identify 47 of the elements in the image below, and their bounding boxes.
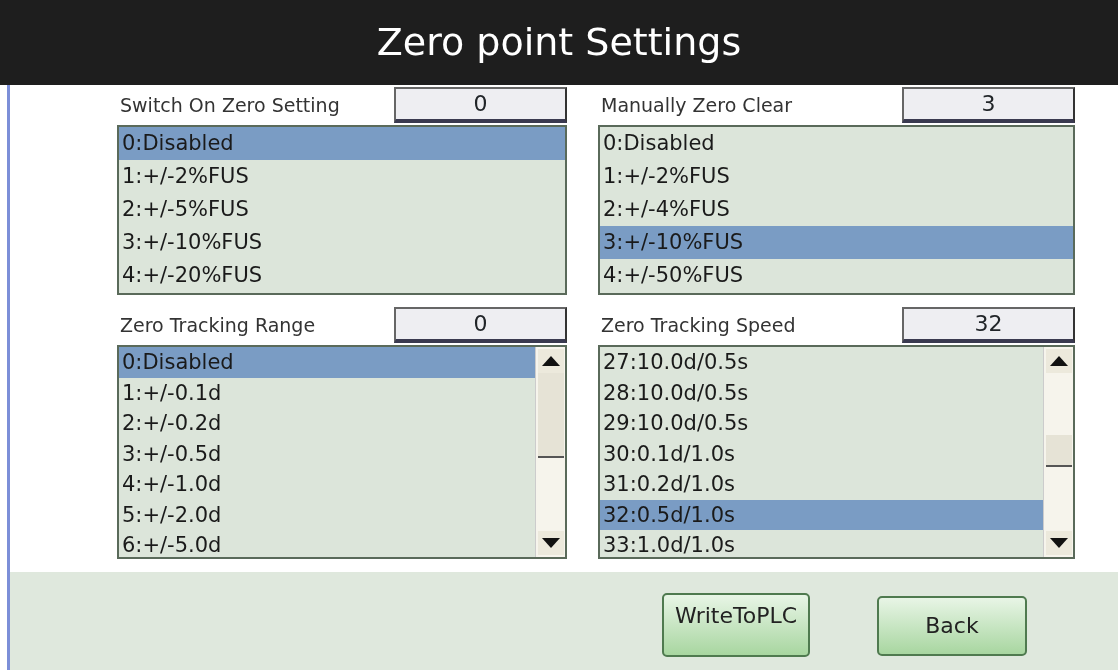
list-option[interactable]: 1:+/-2%FUS	[119, 160, 565, 193]
setting-label: Switch On Zero Setting	[119, 92, 340, 118]
value-field[interactable]: 3	[902, 87, 1075, 123]
list-option[interactable]: 32:0.5d/1.0s	[600, 499, 1043, 530]
list-option[interactable]: 4:+/-20%FUS	[119, 259, 565, 292]
list-option[interactable]: 30:0.1d/1.0s	[600, 438, 1043, 469]
option-list[interactable]: 0:Disabled 1:+/-2%FUS 2:+/-5%FUS 3:+/-10%FUS 4:+/-20%FUS	[117, 125, 567, 295]
scroll-down-icon[interactable]	[1046, 531, 1072, 555]
value-field[interactable]: 32	[902, 307, 1075, 343]
list-option[interactable]: 0:Disabled	[119, 347, 535, 378]
setting-label: Zero Tracking Range	[119, 312, 316, 338]
list-option[interactable]: 0:Disabled	[119, 127, 565, 160]
list-option[interactable]: 3:+/-0.5d	[119, 438, 535, 469]
list-option[interactable]: 4:+/-1.0d	[119, 469, 535, 500]
list-option[interactable]: 2:+/-0.2d	[119, 408, 535, 439]
list-option[interactable]: 29:10.0d/0.5s	[600, 408, 1043, 439]
scroll-up-icon[interactable]	[538, 349, 564, 373]
list-option[interactable]: 3:+/-10%FUS	[119, 226, 565, 259]
setting-label: Manually Zero Clear	[600, 92, 793, 118]
option-list[interactable]: 0:Disabled 1:+/-2%FUS 2:+/-4%FUS 3:+/-10%FUS 4:+/-50%FUS	[598, 125, 1075, 295]
scroll-down-icon[interactable]	[538, 531, 564, 555]
list-option[interactable]: 5:+/-2.0d	[119, 499, 535, 530]
list-option[interactable]: 27:10.0d/0.5s	[600, 347, 1043, 378]
screen-title: Zero point Settings	[0, 0, 1118, 85]
list-option[interactable]: 2:+/-4%FUS	[600, 193, 1073, 226]
list-option[interactable]: 6:+/-5.0d	[119, 530, 535, 557]
option-list[interactable]: 27:10.0d/0.5s 28:10.0d/0.5s 29:10.0d/0.5s 30:0.1d/1.0s 31:0.2d/1.0s 32:0.5d/1.0s 33:1.0d/1.0s	[598, 345, 1075, 559]
scrollbar[interactable]	[1043, 347, 1073, 557]
list-option[interactable]: 1:+/-0.1d	[119, 377, 535, 408]
action-button[interactable]: WriteToPLC	[662, 593, 810, 657]
list-option[interactable]: 33:1.0d/1.0s	[600, 530, 1043, 557]
list-option[interactable]: 2:+/-5%FUS	[119, 193, 565, 226]
scroll-thumb[interactable]	[1046, 435, 1072, 467]
scroll-thumb[interactable]	[538, 373, 564, 458]
scrollbar[interactable]	[535, 347, 565, 557]
value-field[interactable]: 0	[394, 307, 567, 343]
option-list[interactable]: 0:Disabled 1:+/-0.1d 2:+/-0.2d 3:+/-0.5d 4:+/-1.0d 5:+/-2.0d 6:+/-5.0d	[117, 345, 567, 559]
list-option[interactable]: 31:0.2d/1.0s	[600, 469, 1043, 500]
setting-label: Zero Tracking Speed	[600, 312, 796, 338]
scroll-up-icon[interactable]	[1046, 349, 1072, 373]
list-option[interactable]: 3:+/-10%FUS	[600, 226, 1073, 259]
list-option[interactable]: 4:+/-50%FUS	[600, 259, 1073, 292]
value-field[interactable]: 0	[394, 87, 567, 123]
list-option[interactable]: 1:+/-2%FUS	[600, 160, 1073, 193]
action-button[interactable]: Back	[877, 596, 1027, 656]
list-option[interactable]: 28:10.0d/0.5s	[600, 377, 1043, 408]
list-option[interactable]: 0:Disabled	[600, 127, 1073, 160]
